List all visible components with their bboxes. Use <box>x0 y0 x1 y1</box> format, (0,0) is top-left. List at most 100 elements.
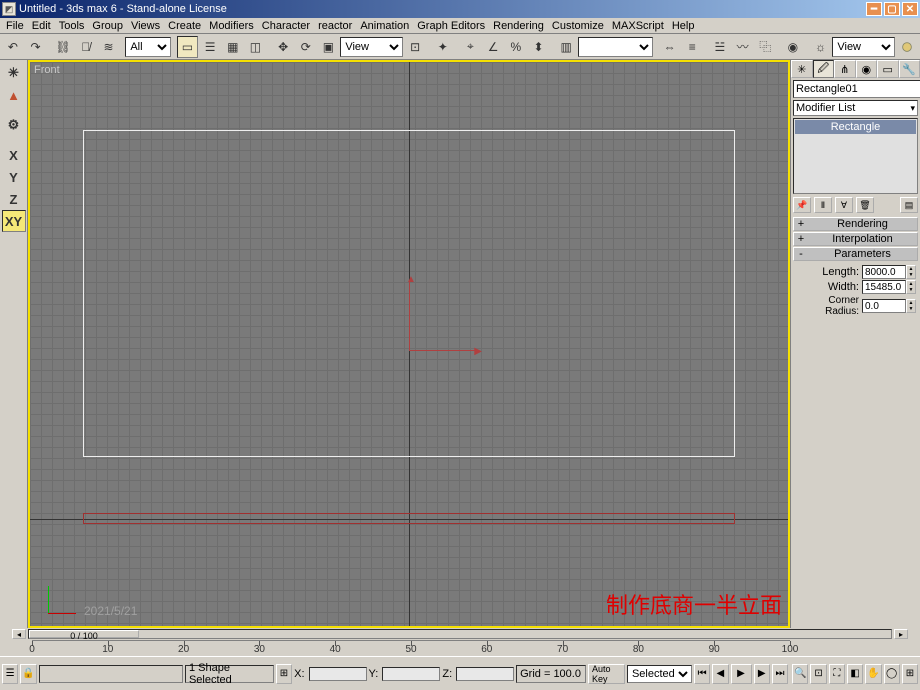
redo-button[interactable]: ↷ <box>25 36 47 58</box>
select-button[interactable]: ▭ <box>177 36 199 58</box>
menu-character[interactable]: Character <box>258 19 314 33</box>
next-frame-button[interactable]: ▶ <box>754 664 770 684</box>
stack-item-rectangle[interactable]: Rectangle <box>795 120 916 134</box>
show-end-result-button[interactable]: Ⅱ <box>814 197 832 213</box>
align-button[interactable]: ≡ <box>681 36 703 58</box>
pin-stack-button[interactable]: 📌 <box>793 197 811 213</box>
rotate-button[interactable]: ⟳ <box>295 36 317 58</box>
unlink-button[interactable]: ⛓̸ <box>75 36 97 58</box>
menu-customize[interactable]: Customize <box>548 19 608 33</box>
corner-radius-spinner[interactable]: ▲▼ <box>906 299 916 313</box>
menu-animation[interactable]: Animation <box>356 19 413 33</box>
menu-rendering[interactable]: Rendering <box>489 19 548 33</box>
z-field[interactable] <box>456 667 514 681</box>
axis-x-button[interactable]: X <box>2 144 26 166</box>
tab-display[interactable]: ▭ <box>877 60 899 78</box>
menu-views[interactable]: Views <box>127 19 164 33</box>
spinner-snap-button[interactable]: ⬍ <box>528 36 550 58</box>
transform-type-in-button[interactable]: ⊞ <box>276 664 292 684</box>
auto-key-button[interactable]: Auto Key <box>588 664 625 684</box>
tab-motion[interactable]: ◉ <box>856 60 878 78</box>
tab-hierarchy[interactable]: ⋔ <box>834 60 856 78</box>
menu-maxscript[interactable]: MAXScript <box>608 19 668 33</box>
material-editor-button[interactable]: ◉ <box>782 36 804 58</box>
corner-radius-field[interactable] <box>862 299 906 313</box>
named-selection-dropdown[interactable] <box>578 37 653 57</box>
key-filter-dropdown[interactable]: Selected <box>627 665 692 683</box>
window-crossing-button[interactable]: ◫ <box>245 36 267 58</box>
time-slider-left[interactable]: ◂ <box>12 629 26 639</box>
viewport-front[interactable]: Front ▲▶ 2021/5/21 制作底商一半立面 <box>28 60 790 628</box>
menu-tools[interactable]: Tools <box>55 19 89 33</box>
menu-graph-editors[interactable]: Graph Editors <box>413 19 489 33</box>
time-slider-right[interactable]: ▸ <box>894 629 908 639</box>
goto-start-button[interactable]: ⏮ <box>694 664 710 684</box>
menu-reactor[interactable]: reactor <box>314 19 356 33</box>
select-region-button[interactable]: ▦ <box>222 36 244 58</box>
named-selection-button[interactable]: ▥ <box>555 36 577 58</box>
menu-edit[interactable]: Edit <box>28 19 55 33</box>
move-button[interactable]: ✥ <box>272 36 294 58</box>
remove-modifier-button[interactable]: 🗑 <box>856 197 874 213</box>
percent-snap-button[interactable]: % <box>505 36 527 58</box>
width-field[interactable] <box>862 280 906 294</box>
selection-set-dropdown[interactable]: All <box>125 37 170 57</box>
layers-button[interactable]: ☱ <box>709 36 731 58</box>
schematic-view-button[interactable]: ⿻ <box>754 36 776 58</box>
rectangle-shape-selected[interactable] <box>83 513 735 524</box>
length-spinner[interactable]: ▲▼ <box>906 265 916 279</box>
zoom-button[interactable]: 🔍 <box>792 664 808 684</box>
object-name-field[interactable] <box>793 80 920 98</box>
y-field[interactable] <box>382 667 440 681</box>
arc-rotate-button[interactable]: ◯ <box>884 664 900 684</box>
play-button[interactable]: ▶ <box>731 664 752 684</box>
axis-xy-button[interactable]: XY <box>2 210 26 232</box>
menu-file[interactable]: File <box>2 19 28 33</box>
maximize-viewport-button[interactable]: ⊞ <box>902 664 918 684</box>
manipulate-button[interactable]: ✦ <box>432 36 454 58</box>
maxscript-listener-button[interactable]: ☰ <box>2 664 18 684</box>
time-ruler[interactable]: 0102030405060708090100 <box>32 640 790 656</box>
width-spinner[interactable]: ▲▼ <box>906 280 916 294</box>
axis-y-button[interactable]: Y <box>2 166 26 188</box>
modifier-list-dropdown[interactable]: Modifier List <box>793 100 918 116</box>
menu-group[interactable]: Group <box>88 19 127 33</box>
pan-button[interactable]: ✋ <box>865 664 881 684</box>
fov-button[interactable]: ◧ <box>847 664 863 684</box>
tab-create[interactable]: ✳ <box>791 60 813 78</box>
rectangle-shape-large[interactable] <box>83 130 735 457</box>
ref-coord-dropdown[interactable]: View <box>340 37 403 57</box>
menu-help[interactable]: Help <box>668 19 699 33</box>
create-tab-icon[interactable]: ✳ <box>2 62 26 84</box>
lock-selection-button[interactable]: 🔒 <box>20 664 36 684</box>
tab-modify[interactable]: 🖉 <box>813 60 835 78</box>
zoom-all-button[interactable]: ⊡ <box>810 664 826 684</box>
render-view-dropdown[interactable]: View <box>832 37 895 57</box>
snap-toggle-button[interactable]: ⌖ <box>460 36 482 58</box>
use-center-button[interactable]: ⊡ <box>404 36 426 58</box>
select-by-name-button[interactable]: ☰ <box>199 36 221 58</box>
configure-sets-button[interactable]: ▤ <box>900 197 918 213</box>
menu-modifiers[interactable]: Modifiers <box>205 19 258 33</box>
link-button[interactable]: ⛓ <box>52 36 74 58</box>
hierarchy-tab-icon[interactable]: ▲ <box>2 84 26 106</box>
scale-button[interactable]: ▣ <box>318 36 340 58</box>
time-slider-thumb[interactable]: 0 / 100 <box>29 630 139 638</box>
minimize-button[interactable]: ━ <box>866 2 882 16</box>
angle-snap-button[interactable]: ∠ <box>482 36 504 58</box>
modifier-stack[interactable]: Rectangle <box>793 118 918 194</box>
zoom-extents-button[interactable]: ⛶ <box>829 664 845 684</box>
maximize-button[interactable]: ▢ <box>884 2 900 16</box>
reactor-icon[interactable]: ⚙ <box>2 114 26 136</box>
time-slider[interactable]: ◂ 0 / 100 ▸ <box>0 628 920 640</box>
undo-button[interactable]: ↶ <box>2 36 24 58</box>
prev-frame-button[interactable]: ◀ <box>712 664 728 684</box>
curve-editor-button[interactable]: 〰 <box>732 36 754 58</box>
render-scene-button[interactable]: ☼ <box>810 36 832 58</box>
menu-create[interactable]: Create <box>164 19 205 33</box>
bind-spacewarp-button[interactable]: ≋ <box>98 36 120 58</box>
rollout-interpolation-header[interactable]: +Interpolation <box>793 232 918 246</box>
quick-render-button[interactable] <box>896 36 918 58</box>
axis-z-button[interactable]: Z <box>2 188 26 210</box>
close-button[interactable]: ✕ <box>902 2 918 16</box>
